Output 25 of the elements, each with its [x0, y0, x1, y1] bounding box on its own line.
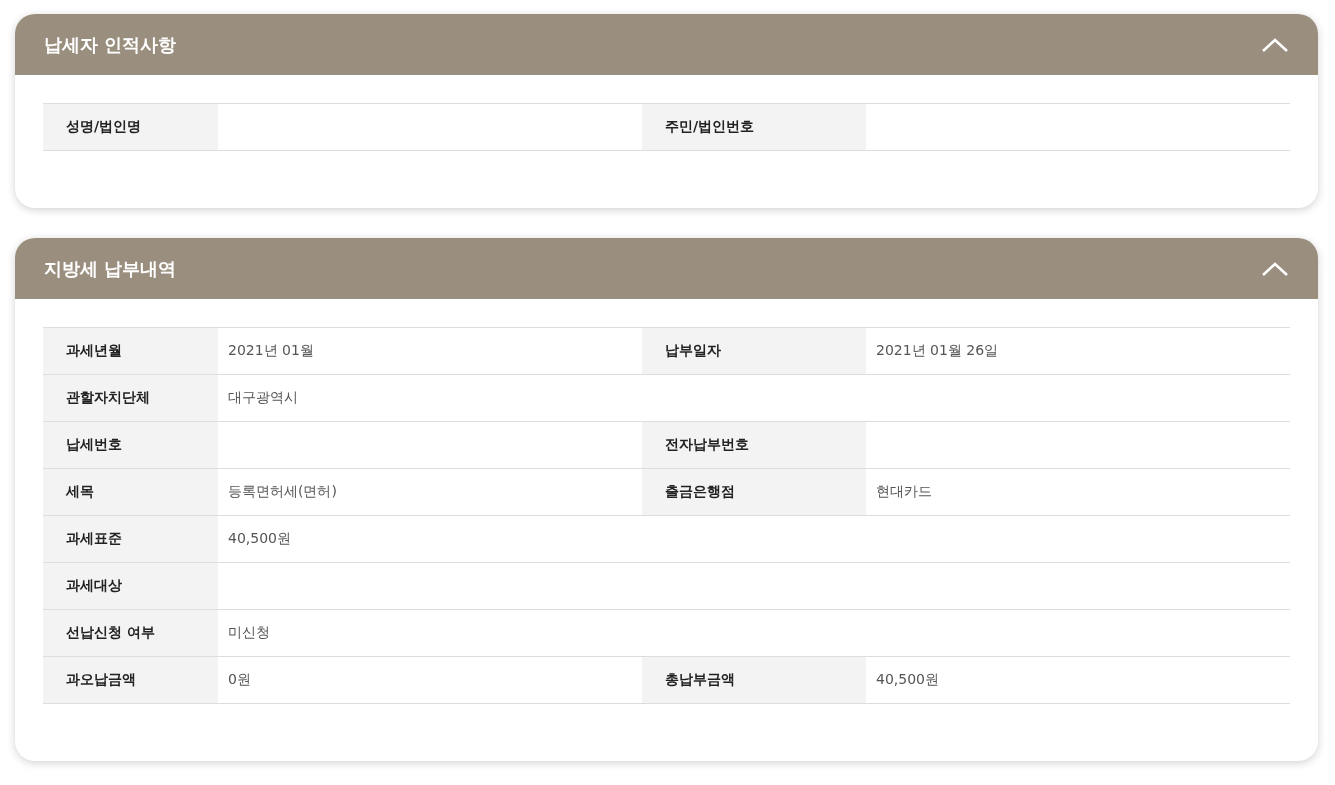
field-label: 과세년월 — [43, 328, 218, 375]
field-label: 세목 — [43, 469, 218, 516]
section-title: 납세자 인적사항 — [44, 32, 177, 57]
field-label: 출금은행점 — [642, 469, 866, 516]
field-label: 총납부금액 — [642, 657, 866, 704]
field-value: 등록면허세(면허) — [218, 469, 642, 516]
chevron-up-icon — [1261, 260, 1289, 277]
field-label: 선납신청 여부 — [43, 610, 218, 657]
field-label: 주민/법인번호 — [642, 104, 866, 151]
field-value: 0원 — [218, 657, 642, 704]
field-label: 납세번호 — [43, 422, 218, 469]
field-value: 2021년 01월 — [218, 328, 642, 375]
field-value: 현대카드 — [866, 469, 1290, 516]
field-label: 납부일자 — [642, 328, 866, 375]
section-title: 지방세 납부내역 — [44, 256, 177, 281]
field-value: 40,500원 — [218, 516, 1290, 563]
field-value: 2021년 01월 26일 — [866, 328, 1290, 375]
chevron-up-icon — [1261, 36, 1289, 53]
field-label: 과세표준 — [43, 516, 218, 563]
field-label: 관할자치단체 — [43, 375, 218, 422]
field-label: 과세대상 — [43, 563, 218, 610]
field-label: 과오납금액 — [43, 657, 218, 704]
field-value: 40,500원 — [866, 657, 1290, 704]
field-label: 전자납부번호 — [642, 422, 866, 469]
field-label: 성명/법인명 — [43, 104, 218, 151]
